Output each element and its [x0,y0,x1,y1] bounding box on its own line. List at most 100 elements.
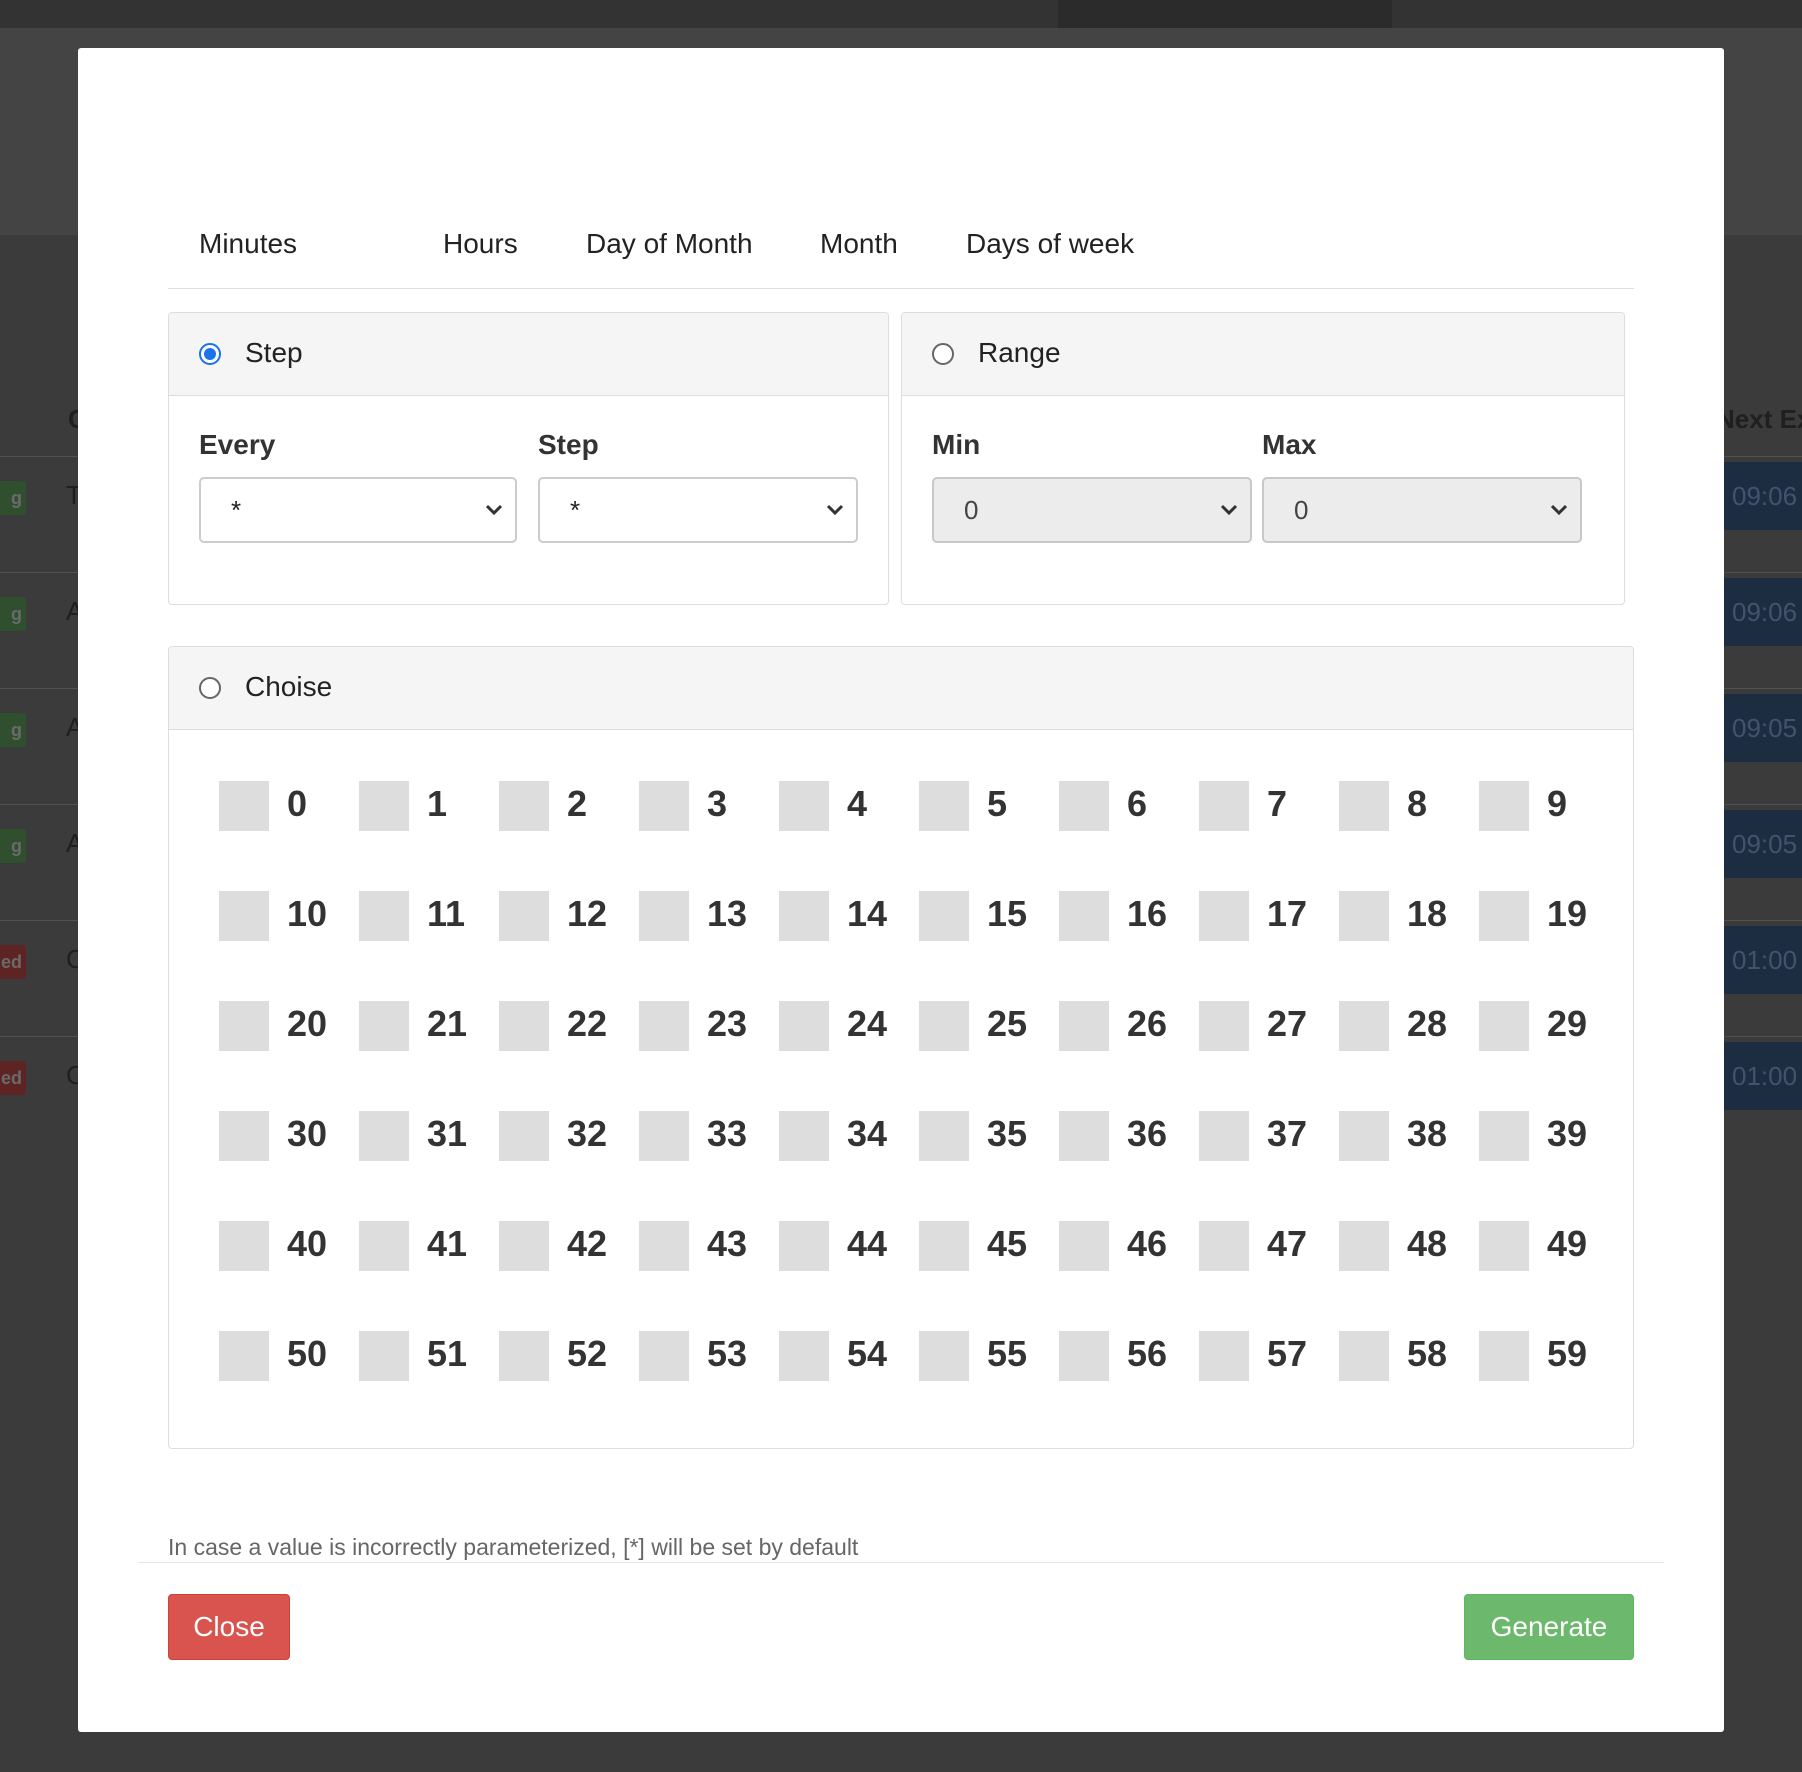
choice-checkbox[interactable] [219,891,269,941]
background-status-badge: g [0,713,26,747]
choice-checkbox[interactable] [219,1001,269,1051]
close-button[interactable]: Close [168,1594,290,1660]
background-next-execution-time: 09:05 [1724,810,1802,878]
choice-checkbox[interactable] [639,781,689,831]
choice-checkbox[interactable] [1199,1331,1249,1381]
choice-checkbox[interactable] [499,1001,549,1051]
choice-checkbox[interactable] [499,1331,549,1381]
choice-checkbox[interactable] [639,1111,689,1161]
unit-tabs: Minutes Hours Day of Month Month Days of… [168,178,1634,289]
choice-checkbox[interactable] [359,891,409,941]
choice-value-label: 59 [1547,1333,1588,1374]
choice-checkbox[interactable] [639,891,689,941]
choice-checkbox[interactable] [359,781,409,831]
choice-checkbox[interactable] [1199,891,1249,941]
choice-checkbox[interactable] [219,781,269,831]
choice-checkbox[interactable] [639,1221,689,1271]
choice-checkbox[interactable] [779,1331,829,1381]
choice-checkbox[interactable] [1479,1111,1529,1161]
choice-checkbox[interactable] [359,1001,409,1051]
choice-value-label: 43 [707,1223,748,1264]
choice-item: 29 [1479,995,1699,1055]
choice-checkbox[interactable] [1339,1111,1389,1161]
tab-minutes[interactable]: Minutes [199,228,297,260]
choice-checkbox[interactable] [1479,1331,1529,1381]
choice-value-label: 22 [567,1003,608,1044]
choice-checkbox[interactable] [359,1111,409,1161]
step-select[interactable]: * [538,477,858,543]
choice-value-label: 41 [427,1223,468,1264]
choice-checkbox[interactable] [499,1111,549,1161]
choice-value-label: 27 [1267,1003,1308,1044]
choice-checkbox[interactable] [919,1221,969,1271]
choice-value-label: 47 [1267,1223,1308,1264]
choice-value-label: 24 [847,1003,888,1044]
tab-month[interactable]: Month [820,228,898,260]
background-status-badge: g [0,481,26,515]
choice-checkbox[interactable] [1199,1111,1249,1161]
choice-checkbox[interactable] [219,1331,269,1381]
choice-checkbox[interactable] [779,1001,829,1051]
choice-checkbox[interactable] [1479,781,1529,831]
choice-checkbox[interactable] [499,1221,549,1271]
choice-value-label: 8 [1407,783,1428,824]
choice-checkbox[interactable] [1059,1331,1109,1381]
tab-days-of-week[interactable]: Days of week [966,228,1134,260]
tab-day-of-month[interactable]: Day of Month [586,228,753,260]
choice-checkbox[interactable] [639,1331,689,1381]
choice-checkbox[interactable] [1199,781,1249,831]
choice-checkbox[interactable] [1059,1111,1109,1161]
default-value-hint: In case a value is incorrectly parameter… [168,1534,859,1560]
choice-checkbox[interactable] [1339,1221,1389,1271]
choice-checkbox[interactable] [1059,891,1109,941]
choice-checkbox[interactable] [1479,1001,1529,1051]
choice-checkbox[interactable] [779,891,829,941]
choice-checkbox[interactable] [1479,1221,1529,1271]
choice-checkbox[interactable] [1339,1001,1389,1051]
choice-panel-header: Choise [169,647,1633,730]
choice-radio[interactable] [199,677,221,699]
choice-checkbox[interactable] [919,891,969,941]
choice-value-label: 58 [1407,1333,1448,1374]
step-radio[interactable] [199,343,221,365]
choice-checkbox[interactable] [919,1111,969,1161]
choice-checkbox[interactable] [779,781,829,831]
choice-value-label: 38 [1407,1113,1448,1154]
choice-checkbox[interactable] [779,1221,829,1271]
choice-checkbox[interactable] [1059,1221,1109,1271]
choice-panel-title: Choise [245,671,333,702]
choice-checkbox[interactable] [1059,1001,1109,1051]
choice-value-label: 2 [567,783,588,824]
choice-checkbox[interactable] [499,781,549,831]
choice-checkbox[interactable] [1479,891,1529,941]
choice-panel: Choise 0 1 2 3 4 5 6 7 8 9 10 11 12 13 14 15 16 17 18 19 20 2… [168,646,1634,1449]
generate-button[interactable]: Generate [1464,1594,1634,1660]
choice-checkbox[interactable] [1339,1331,1389,1381]
choice-checkbox[interactable] [219,1221,269,1271]
choice-checkbox[interactable] [639,1001,689,1051]
choice-checkbox[interactable] [359,1331,409,1381]
choice-checkbox[interactable] [919,1001,969,1051]
choice-checkbox[interactable] [1199,1001,1249,1051]
choice-checkbox[interactable] [1339,781,1389,831]
choice-value-label: 50 [287,1333,328,1374]
max-select[interactable]: 0 [1262,477,1582,543]
choice-checkbox[interactable] [219,1111,269,1161]
choice-checkbox[interactable] [1199,1221,1249,1271]
max-label: Max [1262,429,1317,460]
choice-checkbox[interactable] [919,781,969,831]
footer-divider [138,1562,1664,1563]
tab-hours[interactable]: Hours [443,228,518,260]
choice-value-label: 16 [1127,893,1168,934]
choice-checkbox[interactable] [1339,891,1389,941]
background-next-execution-time: 09:06 [1724,462,1802,530]
choice-checkbox[interactable] [779,1111,829,1161]
min-select[interactable]: 0 [932,477,1252,543]
choice-checkbox[interactable] [1059,781,1109,831]
choice-value-label: 12 [567,893,608,934]
range-radio[interactable] [932,343,954,365]
choice-checkbox[interactable] [359,1221,409,1271]
choice-checkbox[interactable] [499,891,549,941]
every-select[interactable]: * [199,477,517,543]
choice-checkbox[interactable] [919,1331,969,1381]
